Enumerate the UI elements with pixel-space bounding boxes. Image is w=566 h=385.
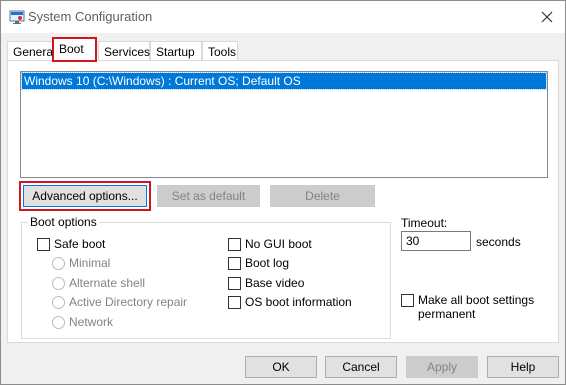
tab-services[interactable]: Services <box>98 41 150 61</box>
network-radio[interactable]: Network <box>52 314 113 330</box>
minimal-label: Minimal <box>69 256 111 270</box>
radio-circle <box>52 315 65 329</box>
minimal-radio[interactable]: Minimal <box>52 255 110 271</box>
boot-tab-panel: Windows 10 (C:\Windows) : Current OS; De… <box>7 60 559 343</box>
tab-general[interactable]: General <box>7 41 56 61</box>
timeout-input[interactable] <box>401 231 471 251</box>
tab-startup[interactable]: Startup <box>150 41 202 61</box>
radio-circle <box>52 295 65 309</box>
os-list-item[interactable]: Windows 10 (C:\Windows) : Current OS; De… <box>21 72 547 90</box>
timeout-label: Timeout: <box>401 216 448 230</box>
boot-log-checkbox[interactable]: Boot log <box>228 255 289 271</box>
boot-options-label: Boot options <box>28 215 99 229</box>
no-gui-boot-label: No GUI boot <box>245 237 312 251</box>
tab-boot[interactable]: Boot <box>52 37 97 62</box>
system-configuration-window: System Configuration General Boot Servic… <box>0 0 566 385</box>
checkbox-box <box>228 295 241 309</box>
checkbox-box <box>401 294 414 307</box>
make-permanent-label: Make all boot settings permanent <box>418 293 535 321</box>
title-bar: System Configuration <box>1 1 565 33</box>
os-list[interactable]: Windows 10 (C:\Windows) : Current OS; De… <box>20 71 548 178</box>
os-boot-information-label: OS boot information <box>245 295 352 309</box>
cancel-button[interactable]: Cancel <box>325 356 397 378</box>
network-label: Network <box>69 315 114 329</box>
alternate-shell-radio[interactable]: Alternate shell <box>52 275 145 291</box>
safe-boot-checkbox[interactable]: Safe boot <box>37 236 105 252</box>
checkbox-box <box>37 237 50 251</box>
os-boot-information-checkbox[interactable]: OS boot information <box>228 294 352 310</box>
boot-options-group: Boot options Safe boot Minimal Alternate… <box>21 215 391 339</box>
close-icon <box>541 11 553 23</box>
radio-circle <box>52 276 65 290</box>
alternate-shell-label: Alternate shell <box>69 276 146 290</box>
make-permanent-checkbox[interactable]: Make all boot settings permanent <box>401 293 551 321</box>
base-video-label: Base video <box>245 276 305 290</box>
boot-log-label: Boot log <box>245 256 290 270</box>
window-title: System Configuration <box>28 9 153 24</box>
checkbox-box <box>228 276 241 290</box>
timeout-unit: seconds <box>476 235 521 249</box>
ok-button[interactable]: OK <box>245 356 317 378</box>
active-directory-repair-radio[interactable]: Active Directory repair <box>52 294 187 310</box>
active-directory-repair-label: Active Directory repair <box>69 295 188 309</box>
tab-tools[interactable]: Tools <box>202 41 238 61</box>
msconfig-icon <box>9 10 25 24</box>
safe-boot-label: Safe boot <box>54 237 106 251</box>
checkbox-box <box>228 237 241 251</box>
close-button[interactable] <box>535 5 559 29</box>
no-gui-boot-checkbox[interactable]: No GUI boot <box>228 236 312 252</box>
advanced-options-button[interactable]: Advanced options... <box>19 181 151 211</box>
set-as-default-button[interactable]: Set as default <box>157 185 260 207</box>
radio-circle <box>52 256 65 270</box>
checkbox-box <box>228 256 241 270</box>
delete-button[interactable]: Delete <box>270 185 375 207</box>
apply-button[interactable]: Apply <box>406 356 478 378</box>
help-button[interactable]: Help <box>487 356 559 378</box>
base-video-checkbox[interactable]: Base video <box>228 275 304 291</box>
